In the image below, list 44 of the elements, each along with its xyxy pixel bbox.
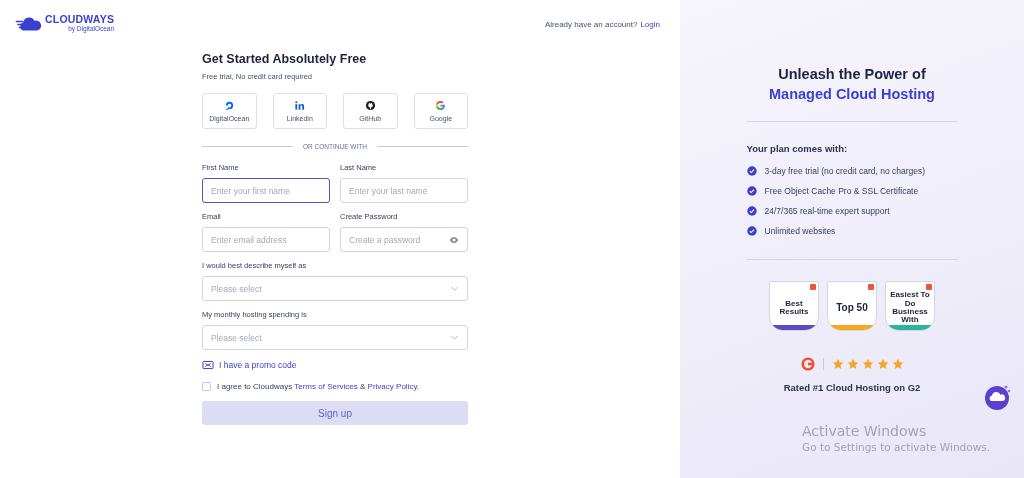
linkedin-icon (294, 100, 306, 111)
badge-title: Easiest To Do Business With (889, 291, 931, 325)
agreement-text: I agree to Cloudways Terms of Services & Privacy Policy. (217, 382, 419, 391)
github-icon (364, 100, 376, 111)
terms-link[interactable]: Terms of Services (294, 382, 358, 391)
star-icon (861, 358, 874, 370)
rating-caption: Rated #1 Cloud Hosting on G2 (783, 382, 921, 393)
check-circle-icon (746, 166, 757, 176)
feature-text: Unlimited websites (764, 226, 836, 236)
check-circle-icon (746, 226, 757, 236)
star-icon (891, 358, 904, 370)
star-icon (831, 358, 844, 370)
star-icon (876, 358, 889, 370)
promo-code-link[interactable]: I have a promo code (219, 360, 297, 370)
google-icon (435, 100, 447, 111)
login-link[interactable]: Login (640, 20, 660, 29)
badge-title: Best Results (778, 297, 810, 318)
panel-heading: Unleash the Power of (778, 66, 926, 82)
account-prompt: Already have an account? (544, 20, 638, 29)
activation-message: Go to Settings to activate Windows. (802, 441, 991, 453)
g2-tag-icon (810, 284, 816, 290)
g2-logo-icon (800, 357, 815, 371)
panel-highlight: Managed Cloud Hosting (769, 86, 935, 102)
star-icon (846, 358, 859, 370)
g2-tag-icon (868, 284, 874, 290)
privacy-link[interactable]: Privacy Policy. (367, 382, 419, 391)
feature-text: Free Object Cache Pro & SSL Certificate (764, 186, 919, 196)
agree-checkbox[interactable] (202, 382, 211, 391)
check-circle-icon (746, 206, 757, 216)
feature-text: 3-day free trial (no credit card, no charges) (764, 166, 926, 176)
feature-text: 24/7/365 real-time expert support (764, 206, 890, 216)
g2-tag-icon (926, 284, 932, 290)
plan-title: Your plan comes with: (746, 143, 849, 154)
eye-icon (449, 234, 459, 245)
badge-title: Top 50 (836, 300, 868, 315)
chat-bubble-icon (984, 384, 1012, 412)
check-circle-icon (746, 186, 757, 196)
activation-title: Activate Windows (802, 423, 928, 439)
brand-name: CLOUDWAYS (45, 14, 115, 25)
form-title: Get Started Absolutely Free (202, 52, 368, 66)
digitalocean-icon (223, 100, 235, 111)
ticket-icon (202, 360, 214, 370)
chevron-down-icon (450, 284, 459, 293)
chevron-down-icon (450, 333, 459, 342)
